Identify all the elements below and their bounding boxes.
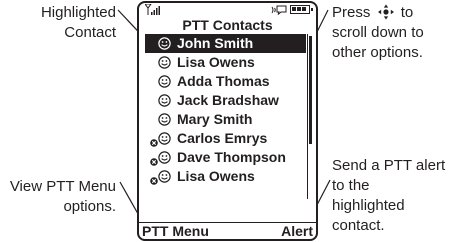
contact-row[interactable]: Dave Thompson xyxy=(139,148,316,167)
callout-send-alert: Send a PTT alert to the highlighted cont… xyxy=(332,156,445,236)
smiley-icon xyxy=(158,94,171,107)
contact-name: Lisa Owens xyxy=(177,54,255,70)
smiley-icon xyxy=(158,75,171,88)
contact-row[interactable]: Adda Thomas xyxy=(139,72,316,91)
ptt-menu-softkey[interactable]: PTT Menu xyxy=(142,223,209,239)
callout-line: scroll down to xyxy=(332,24,424,41)
callout-line: options. xyxy=(63,198,116,215)
status-bar xyxy=(139,3,316,17)
contact-name: Carlos Emrys xyxy=(177,130,268,146)
battery-icon xyxy=(290,5,313,14)
phone-screen: PTT Contacts John Smith Lisa Owens Adda Th… xyxy=(137,1,318,241)
contact-name: Adda Thomas xyxy=(177,73,270,89)
callout-highlighted-contact: Highlighted Contact xyxy=(41,3,116,43)
contact-row[interactable]: Mary Smith xyxy=(139,110,316,129)
callout-line: View PTT Menu xyxy=(9,178,116,195)
alert-softkey[interactable]: Alert xyxy=(281,223,313,239)
callout-line: Press to xyxy=(332,3,424,23)
scrollbar[interactable] xyxy=(307,34,312,199)
smiley-icon xyxy=(158,151,171,164)
callout-line: Send a PTT alert xyxy=(332,157,446,174)
status-icons xyxy=(271,4,313,15)
callout-line: other options. xyxy=(332,44,423,61)
contact-row[interactable]: Carlos Emrys xyxy=(139,129,316,148)
contact-name: John Smith xyxy=(177,35,254,51)
contact-name: Dave Thompson xyxy=(177,149,286,165)
softkey-bar: PTT Menu Alert xyxy=(139,222,316,239)
contact-row[interactable]: Lisa Owens xyxy=(139,53,316,72)
nav-key-icon xyxy=(377,4,394,20)
ptt-active-icon xyxy=(271,5,287,15)
callout-line: to the xyxy=(332,177,370,194)
callout-view-menu: View PTT Menu options. xyxy=(10,177,116,217)
callout-line: Highlighted xyxy=(40,4,116,21)
callout-line: Contact xyxy=(64,24,116,41)
x-mark-icon xyxy=(150,177,158,185)
callout-text: to xyxy=(400,4,414,21)
smiley-icon xyxy=(158,170,171,183)
contact-list: John Smith Lisa Owens Adda Thomas Jack Brad… xyxy=(139,34,316,186)
callout-line: highlighted xyxy=(332,197,405,214)
contact-name: Jack Bradshaw xyxy=(177,92,279,108)
callout-line: contact. xyxy=(332,217,385,234)
contact-name: Lisa Owens xyxy=(177,168,255,184)
callout-press-nav: Press to scroll down to other options. xyxy=(332,3,424,63)
contact-name: Mary Smith xyxy=(177,111,253,127)
smiley-icon xyxy=(158,132,171,145)
contact-row[interactable]: Jack Bradshaw xyxy=(139,91,316,110)
contact-row[interactable]: John Smith xyxy=(145,34,306,53)
smiley-icon xyxy=(158,37,171,50)
contact-row[interactable]: Lisa Owens xyxy=(139,167,316,186)
x-mark-icon xyxy=(150,139,158,147)
callout-text: Press xyxy=(332,4,371,21)
smiley-icon xyxy=(158,56,171,69)
screen-title: PTT Contacts xyxy=(182,17,273,33)
x-mark-icon xyxy=(150,158,158,166)
signal-strength-icon xyxy=(145,4,160,15)
smiley-icon xyxy=(158,113,171,126)
scrollbar-thumb[interactable] xyxy=(309,36,312,144)
